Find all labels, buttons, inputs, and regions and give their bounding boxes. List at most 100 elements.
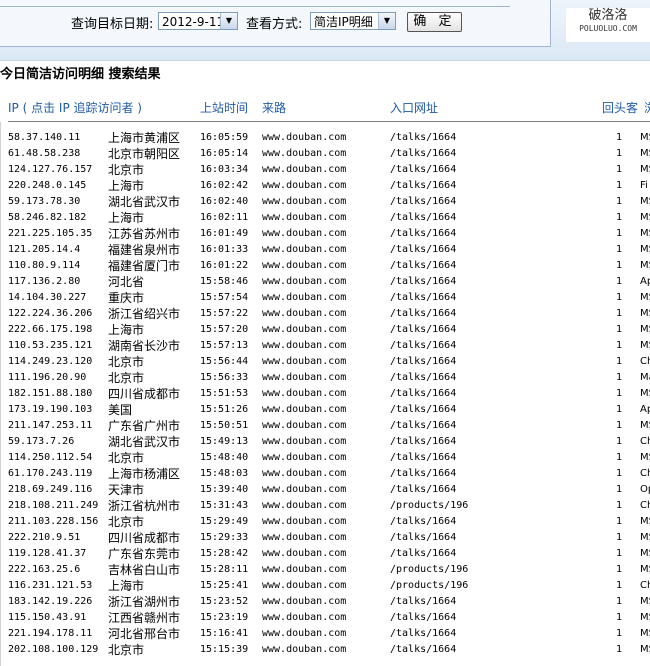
ip-cell[interactable]: 218.108.211.249 (8, 498, 98, 514)
referrer-cell[interactable]: www.douban.com (262, 434, 346, 450)
entry-url-cell[interactable]: /talks/1664 (390, 242, 456, 258)
referrer-cell[interactable]: www.douban.com (262, 546, 346, 562)
ip-cell[interactable]: 58.246.82.182 (8, 210, 86, 226)
entry-url-cell[interactable]: /talks/1664 (390, 226, 456, 242)
mode-select[interactable]: 简洁IP明细 ▼ (310, 12, 396, 30)
entry-url-cell[interactable]: /products/196 (390, 578, 468, 594)
ip-cell[interactable]: 14.104.30.227 (8, 290, 86, 306)
ip-cell[interactable]: 222.66.175.198 (8, 322, 92, 338)
ip-cell[interactable]: 218.69.249.116 (8, 482, 92, 498)
referrer-cell[interactable]: www.douban.com (262, 466, 346, 482)
referrer-cell[interactable]: www.douban.com (262, 258, 346, 274)
ip-cell[interactable]: 114.249.23.120 (8, 354, 92, 370)
ip-cell[interactable]: 124.127.76.157 (8, 162, 92, 178)
referrer-cell[interactable]: www.douban.com (262, 178, 346, 194)
entry-url-cell[interactable]: /talks/1664 (390, 290, 456, 306)
referrer-cell[interactable]: www.douban.com (262, 642, 346, 658)
referrer-cell[interactable]: www.douban.com (262, 370, 346, 386)
ip-cell[interactable]: 222.163.25.6 (8, 562, 80, 578)
entry-url-cell[interactable]: /talks/1664 (390, 418, 456, 434)
entry-url-cell[interactable]: /talks/1664 (390, 386, 456, 402)
entry-url-cell[interactable]: /talks/1664 (390, 258, 456, 274)
ip-cell[interactable]: 114.250.112.54 (8, 450, 92, 466)
date-select[interactable]: 2012-9-11 ▼ (158, 12, 238, 30)
entry-url-cell[interactable]: /talks/1664 (390, 402, 456, 418)
ip-cell[interactable]: 59.173.78.30 (8, 194, 80, 210)
referrer-cell[interactable]: www.douban.com (262, 274, 346, 290)
ip-cell[interactable]: 220.248.0.145 (8, 178, 86, 194)
referrer-cell[interactable]: www.douban.com (262, 322, 346, 338)
referrer-cell[interactable]: www.douban.com (262, 210, 346, 226)
entry-url-cell[interactable]: /talks/1664 (390, 274, 456, 290)
entry-url-cell[interactable]: /talks/1664 (390, 338, 456, 354)
referrer-cell[interactable]: www.douban.com (262, 530, 346, 546)
ip-cell[interactable]: 211.103.228.156 (8, 514, 98, 530)
entry-url-cell[interactable]: /products/196 (390, 498, 468, 514)
entry-url-cell[interactable]: /talks/1664 (390, 370, 456, 386)
ip-cell[interactable]: 110.80.9.114 (8, 258, 80, 274)
referrer-cell[interactable]: www.douban.com (262, 594, 346, 610)
entry-url-cell[interactable]: /talks/1664 (390, 178, 456, 194)
ip-cell[interactable]: 211.147.253.11 (8, 418, 92, 434)
chevron-down-icon[interactable]: ▼ (220, 13, 237, 29)
referrer-cell[interactable]: www.douban.com (262, 578, 346, 594)
ip-cell[interactable]: 59.173.7.26 (8, 434, 74, 450)
column-ip[interactable]: IP ( 点击 IP 追踪访问者 ) (8, 99, 142, 116)
referrer-cell[interactable]: www.douban.com (262, 450, 346, 466)
referrer-cell[interactable]: www.douban.com (262, 242, 346, 258)
ip-cell[interactable]: 61.170.243.119 (8, 466, 92, 482)
ip-cell[interactable]: 121.205.14.4 (8, 242, 80, 258)
ip-cell[interactable]: 183.142.19.226 (8, 594, 92, 610)
entry-url-cell[interactable]: /talks/1664 (390, 450, 456, 466)
ip-cell[interactable]: 221.194.178.11 (8, 626, 92, 642)
chevron-down-icon[interactable]: ▼ (378, 13, 395, 29)
entry-url-cell[interactable]: /talks/1664 (390, 130, 456, 146)
ip-cell[interactable]: 61.48.58.238 (8, 146, 80, 162)
entry-url-cell[interactable]: /talks/1664 (390, 546, 456, 562)
entry-url-cell[interactable]: /talks/1664 (390, 610, 456, 626)
referrer-cell[interactable]: www.douban.com (262, 402, 346, 418)
ip-cell[interactable]: 122.224.36.206 (8, 306, 92, 322)
referrer-cell[interactable]: www.douban.com (262, 194, 346, 210)
entry-url-cell[interactable]: /talks/1664 (390, 194, 456, 210)
ip-cell[interactable]: 202.108.100.129 (8, 642, 98, 658)
entry-url-cell[interactable]: /talks/1664 (390, 642, 456, 658)
referrer-cell[interactable]: www.douban.com (262, 290, 346, 306)
entry-url-cell[interactable]: /talks/1664 (390, 306, 456, 322)
submit-button[interactable]: 确 定 (407, 12, 462, 32)
entry-url-cell[interactable]: /talks/1664 (390, 530, 456, 546)
referrer-cell[interactable]: www.douban.com (262, 562, 346, 578)
ip-cell[interactable]: 117.136.2.80 (8, 274, 80, 290)
ip-cell[interactable]: 221.225.105.35 (8, 226, 92, 242)
entry-url-cell[interactable]: /talks/1664 (390, 434, 456, 450)
ip-cell[interactable]: 222.210.9.51 (8, 530, 80, 546)
referrer-cell[interactable]: www.douban.com (262, 482, 346, 498)
entry-url-cell[interactable]: /products/196 (390, 562, 468, 578)
ip-cell[interactable]: 173.19.190.103 (8, 402, 92, 418)
entry-url-cell[interactable]: /talks/1664 (390, 626, 456, 642)
referrer-cell[interactable]: www.douban.com (262, 626, 346, 642)
ip-cell[interactable]: 116.231.121.53 (8, 578, 92, 594)
entry-url-cell[interactable]: /talks/1664 (390, 162, 456, 178)
ip-cell[interactable]: 111.196.20.90 (8, 370, 86, 386)
referrer-cell[interactable]: www.douban.com (262, 498, 346, 514)
entry-url-cell[interactable]: /talks/1664 (390, 466, 456, 482)
referrer-cell[interactable]: www.douban.com (262, 514, 346, 530)
referrer-cell[interactable]: www.douban.com (262, 610, 346, 626)
entry-url-cell[interactable]: /talks/1664 (390, 146, 456, 162)
referrer-cell[interactable]: www.douban.com (262, 386, 346, 402)
ip-cell[interactable]: 58.37.140.11 (8, 130, 80, 146)
referrer-cell[interactable]: www.douban.com (262, 226, 346, 242)
referrer-cell[interactable]: www.douban.com (262, 130, 346, 146)
referrer-cell[interactable]: www.douban.com (262, 338, 346, 354)
ip-cell[interactable]: 182.151.88.180 (8, 386, 92, 402)
ip-cell[interactable]: 119.128.41.37 (8, 546, 86, 562)
entry-url-cell[interactable]: /talks/1664 (390, 594, 456, 610)
ip-cell[interactable]: 115.150.43.91 (8, 610, 86, 626)
entry-url-cell[interactable]: /talks/1664 (390, 482, 456, 498)
referrer-cell[interactable]: www.douban.com (262, 418, 346, 434)
referrer-cell[interactable]: www.douban.com (262, 146, 346, 162)
referrer-cell[interactable]: www.douban.com (262, 306, 346, 322)
entry-url-cell[interactable]: /talks/1664 (390, 354, 456, 370)
entry-url-cell[interactable]: /talks/1664 (390, 514, 456, 530)
